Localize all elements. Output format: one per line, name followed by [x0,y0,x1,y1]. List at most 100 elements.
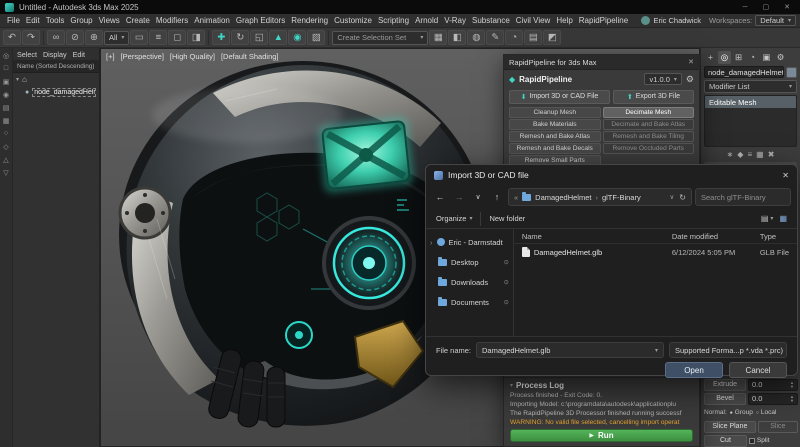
crossing-icon[interactable]: ◨ [187,30,205,45]
material-editor-icon[interactable]: ▤ [524,30,542,45]
mirror-icon[interactable]: ▦ [429,30,447,45]
tab-hierarchy[interactable]: ⊞ [732,51,745,64]
address-dropdown-icon[interactable]: ∨ [670,193,675,201]
menu-item[interactable]: Rendering [288,16,331,25]
object-name-field[interactable]: node_damagedHelmet_-6514 [704,66,784,78]
remove-modifier-icon[interactable]: ✖ [768,150,775,159]
bevel-button[interactable]: Bevel [704,393,746,405]
tree-row-root[interactable]: ▾ ⌂ [13,73,99,86]
tab-display[interactable]: ▣ [760,51,773,64]
sidebar-item-documents[interactable]: Documents ⊙ [426,292,513,312]
undo-icon[interactable]: ↶ [3,30,21,45]
menu-item[interactable]: File [4,16,23,25]
organize-menu[interactable]: Organize ▾ [436,214,472,223]
search-box[interactable]: Search glTF-Binary [695,188,791,206]
sidebar-item-downloads[interactable]: Downloads ⊙ [426,272,513,292]
rect-region-icon[interactable]: ◻ [168,30,186,45]
align-icon[interactable]: ◧ [448,30,466,45]
breadcrumb-root[interactable]: DamagedHelmet [535,193,591,202]
percent-snap-icon[interactable]: ▧ [307,30,325,45]
file-row[interactable]: DamagedHelmet.glb 6/12/2024 5:05 PM GLB … [514,244,797,260]
import-3d-button[interactable]: ⬇ Import 3D or CAD File [509,90,610,104]
refresh-icon[interactable]: ↻ [679,193,686,202]
view-toggle[interactable]: ▤ ▾ [761,214,774,223]
explorer-menu-select[interactable]: Select [17,50,37,59]
close-icon[interactable]: ✕ [779,3,795,11]
run-button[interactable]: ▶ Run [510,429,693,442]
preset-remesh-bake-decals[interactable]: Remesh and Bake Decals [509,143,601,154]
tab-utilities[interactable]: ⚙ [774,51,787,64]
menu-item[interactable]: Edit [23,16,43,25]
selection-set-input[interactable]: Create Selection Set ▾ [332,31,428,45]
menu-item[interactable]: Substance [469,16,513,25]
tab-create[interactable]: + [704,51,717,64]
file-name-input[interactable]: DamagedHelmet.glb ▾ [476,342,664,358]
preset-remesh-bake-tiling[interactable]: Remesh and Bake Tiling [603,131,695,142]
split-checkbox[interactable]: Split [749,437,798,444]
rotate-tool-icon[interactable]: ↻ [231,30,249,45]
close-icon[interactable]: ✕ [782,171,789,180]
normal-group-radio[interactable]: ●Group [730,409,753,416]
explorer-tool-icon[interactable]: ◎ [1,50,12,61]
slice-button[interactable]: Slice [758,421,798,433]
node-label[interactable]: node_damagedHelmet [32,88,96,97]
collapse-icon[interactable]: ▾ [16,76,19,83]
column-header-name[interactable]: Name [522,232,672,241]
menu-item[interactable]: Views [96,16,123,25]
viewport-general-menu[interactable]: [+] [106,52,115,61]
menu-item[interactable]: Create [123,16,153,25]
curve-editor-icon[interactable]: ✎ [486,30,504,45]
back-icon[interactable]: ← [432,189,448,205]
render-setup-icon[interactable]: ◩ [543,30,561,45]
log-collapse-icon[interactable]: ▾ [510,382,513,389]
configure-modifier-icon[interactable]: ▦ [756,150,764,159]
explorer-tool-icon[interactable]: ▤ [1,102,12,113]
forward-icon[interactable]: → [451,189,467,205]
close-icon[interactable]: ✕ [688,58,694,66]
slice-plane-button[interactable]: Slice Plane [704,421,756,433]
new-folder-button[interactable]: New folder [489,214,525,223]
explorer-tool-icon[interactable]: ▦ [1,115,12,126]
menu-item[interactable]: Group [67,16,95,25]
cancel-button[interactable]: Cancel [729,362,787,378]
select-object-icon[interactable]: ▭ [130,30,148,45]
menu-item[interactable]: Tools [43,16,68,25]
menu-item[interactable]: Customize [331,16,375,25]
column-header-type[interactable]: Type [760,232,776,241]
bind-spacewarp-icon[interactable]: ⊕ [85,30,103,45]
column-header-date[interactable]: Date modified [672,232,760,241]
preset-cleanup-mesh[interactable]: Cleanup Mesh [509,107,601,118]
rapidpipeline-titlebar[interactable]: RapidPipeline for 3ds Max ✕ [504,55,699,70]
tab-modify[interactable]: ◎ [718,51,731,64]
explorer-tool-icon[interactable]: ○ [1,128,12,139]
menu-item[interactable]: V-Ray [441,16,469,25]
user-name[interactable]: Eric Chadwick [653,16,701,25]
make-unique-icon[interactable]: ≡ [747,150,752,159]
normal-local-radio[interactable]: ○Local [756,409,777,416]
preset-decimate-mesh[interactable]: Decimate Mesh [603,107,695,118]
tree-row-node[interactable]: ● node_damagedHelmet [13,86,99,99]
double-chevron-icon[interactable]: « [514,193,518,202]
move-tool-icon[interactable]: ✚ [212,30,230,45]
file-type-select[interactable]: Supported Forma...p *.vda *.prc) ▾ [669,342,787,358]
explorer-tool-icon[interactable]: ▣ [1,76,12,87]
menu-item[interactable]: Graph Editors [233,16,288,25]
export-3d-button[interactable]: ⬆ Export 3D File [613,90,694,104]
explorer-tool-icon[interactable]: □ [1,63,12,74]
preset-decimate-bake-atlas[interactable]: Decimate and Bake Atlas [603,119,695,130]
selection-filter-select[interactable]: All ▾ [104,31,129,45]
tab-motion[interactable]: ◔ [746,51,759,64]
menu-item[interactable]: Arnold [412,16,441,25]
maximize-icon[interactable]: ▢ [758,3,775,11]
schematic-view-icon[interactable]: ◔ [505,30,523,45]
user-avatar-icon[interactable] [641,16,650,25]
preset-bake-materials[interactable]: Bake Materials [509,119,601,130]
gear-icon[interactable]: ⚙ [686,74,694,85]
breadcrumb-current[interactable]: glTF-Binary [602,193,641,202]
cut-button[interactable]: Cut [704,435,747,447]
viewport-quality-menu[interactable]: [High Quality] [170,52,215,61]
explorer-name-column-header[interactable]: Name (Sorted Descending) [13,61,99,73]
layer-manager-icon[interactable]: ◍ [467,30,485,45]
object-color-swatch[interactable] [786,67,797,78]
workspace-select[interactable]: Default ▾ [755,15,796,26]
